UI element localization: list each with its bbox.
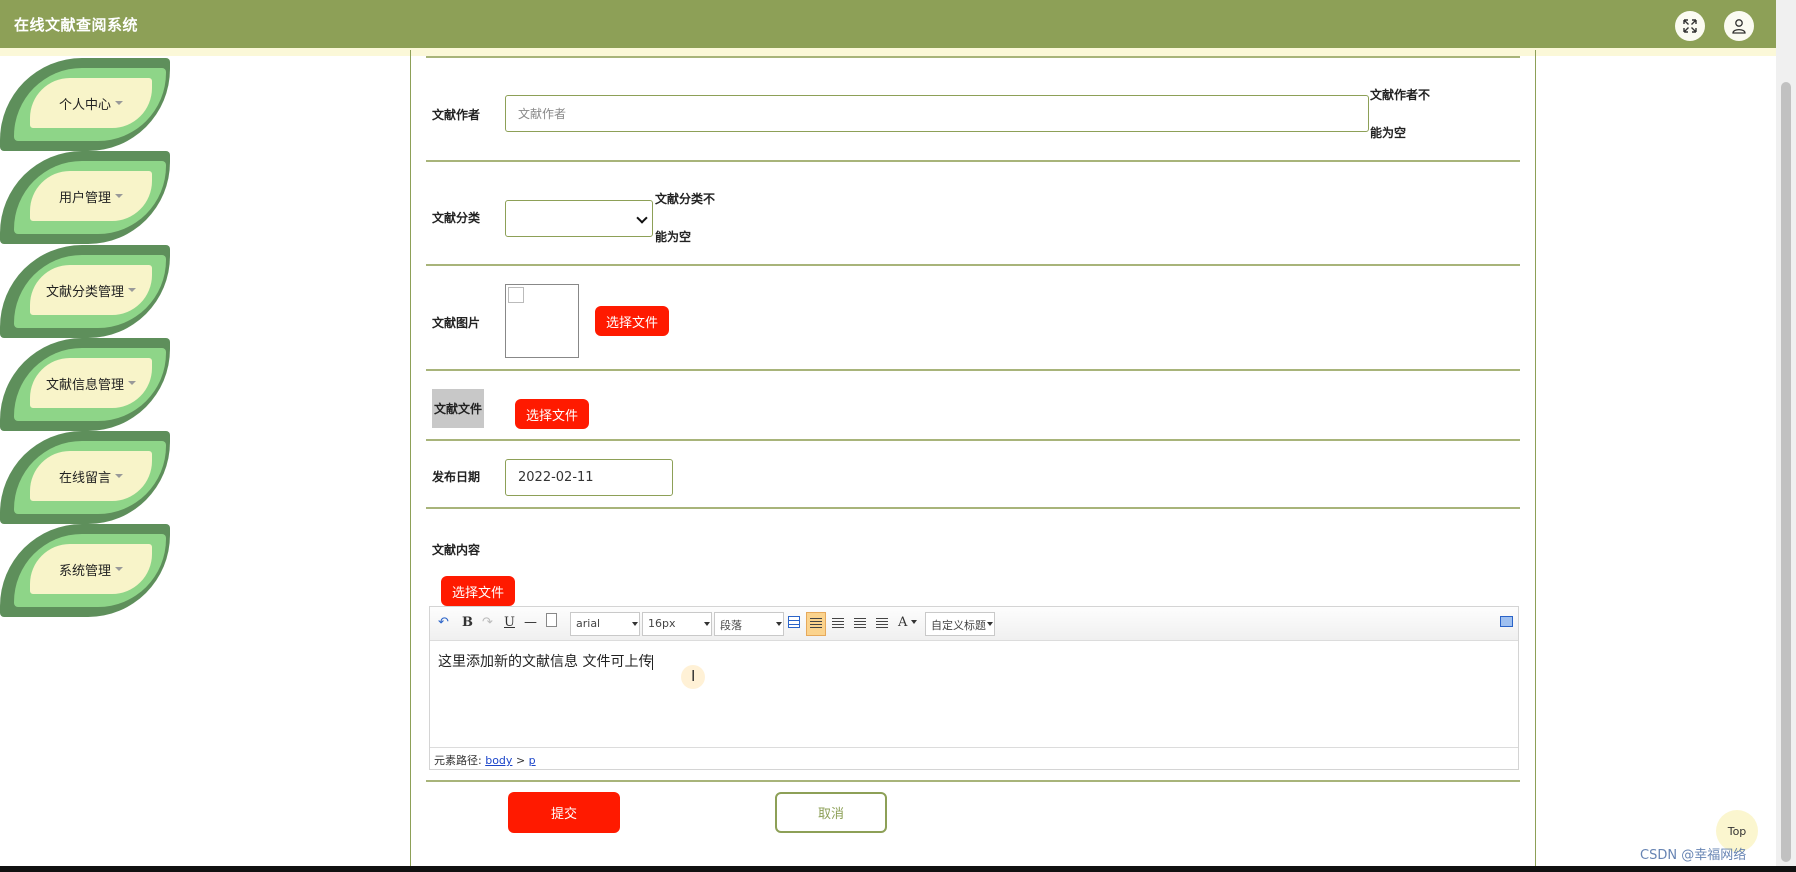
author-label: 文献作者 xyxy=(432,108,481,122)
submit-button[interactable]: 提交 xyxy=(508,792,620,833)
dropdown-arrow-icon xyxy=(632,622,638,626)
path-body-link[interactable]: body xyxy=(485,754,512,767)
underline-icon[interactable]: U xyxy=(504,615,515,630)
editor-content[interactable]: 这里添加新的文献信息 文件可上传 xyxy=(438,651,654,671)
text-cursor xyxy=(652,654,654,670)
align-justify-icon[interactable] xyxy=(876,618,888,629)
custom-heading-select[interactable]: 自定义标题 xyxy=(925,612,995,636)
content-choose-file-button[interactable]: 选择文件 xyxy=(441,576,515,606)
undo-icon[interactable]: ↶ xyxy=(438,615,449,630)
element-path-label: 元素路径: xyxy=(434,754,482,767)
sidebar-item-label: 用户管理 xyxy=(58,190,111,206)
publish-date-input[interactable] xyxy=(505,459,673,496)
publish-date-label: 发布日期 xyxy=(432,470,481,484)
sidebar-item-document-management[interactable]: 文献信息管理 xyxy=(0,338,170,431)
sidebar-item-category-management[interactable]: 文献分类管理 xyxy=(0,245,170,338)
bold-icon[interactable]: B xyxy=(462,615,473,630)
broken-image-icon xyxy=(508,287,524,303)
scrollbar-thumb[interactable] xyxy=(1781,82,1791,862)
caret-down-icon xyxy=(128,288,136,292)
image-preview xyxy=(505,284,579,358)
image-label: 文献图片 xyxy=(432,316,481,330)
author-error-line1: 文献作者不 xyxy=(1370,88,1431,102)
form-panel: 文献作者 文献作者不 能为空 文献分类 文献分类不 能为空 文献图片 选择文件 … xyxy=(410,50,1536,872)
rich-text-editor: ↶ B ↷ U — arial 16px 段落 A 自定义标题 这里添加新的文献… xyxy=(429,606,1519,770)
image-choose-file-button[interactable]: 选择文件 xyxy=(595,306,669,336)
path-separator: > xyxy=(515,754,526,767)
content-label: 文献内容 xyxy=(432,543,481,557)
redo-icon[interactable]: ↷ xyxy=(482,615,493,630)
category-error-line1: 文献分类不 xyxy=(655,192,716,206)
horizontal-rule-icon[interactable]: — xyxy=(524,615,537,630)
chevron-down-icon xyxy=(636,212,648,224)
cancel-button[interactable]: 取消 xyxy=(775,792,887,833)
sidebar-item-label: 文献信息管理 xyxy=(45,377,124,393)
row-editor-divider xyxy=(426,770,1520,782)
user-icon xyxy=(1732,19,1746,34)
sidebar-item-online-messages[interactable]: 在线留言 xyxy=(0,431,170,524)
row-file: 文献文件 选择文件 xyxy=(426,371,1520,441)
file-choose-file-button[interactable]: 选择文件 xyxy=(515,399,589,429)
editor-body-text: 这里添加新的文献信息 文件可上传 xyxy=(438,654,653,670)
fullscreen-button[interactable] xyxy=(1675,11,1705,41)
row-publish-date: 发布日期 xyxy=(426,441,1520,509)
user-profile-button[interactable] xyxy=(1724,11,1754,41)
row-top-divider xyxy=(426,50,1520,58)
page-scrollbar[interactable] xyxy=(1776,0,1796,872)
font-size-select[interactable]: 16px xyxy=(642,612,712,636)
caret-down-icon xyxy=(115,194,123,198)
dropdown-arrow-icon xyxy=(776,622,782,626)
category-label: 文献分类 xyxy=(432,211,481,225)
text-cursor-icon: I xyxy=(691,667,696,685)
app-window: 在线文献查阅系统 个人中心 用户管理 文献分类管理 文献信息管理 在线留言 系统… xyxy=(0,0,1796,872)
author-error-line2: 能为空 xyxy=(1370,126,1407,140)
category-select[interactable] xyxy=(505,200,653,237)
expand-icon xyxy=(1683,19,1697,33)
row-category: 文献分类 文献分类不 能为空 xyxy=(426,162,1520,266)
sidebar-item-system-management[interactable]: 系统管理 xyxy=(0,524,170,617)
watermark: CSDN @幸福网络 xyxy=(1640,848,1747,863)
align-center-icon[interactable] xyxy=(854,618,866,629)
path-p-link[interactable]: p xyxy=(529,754,536,767)
row-image: 文献图片 选择文件 xyxy=(426,266,1520,371)
app-title: 在线文献查阅系统 xyxy=(14,15,139,34)
caret-down-icon xyxy=(128,381,136,385)
category-error-line2: 能为空 xyxy=(655,230,692,244)
paragraph-select[interactable]: 段落 xyxy=(714,612,784,636)
sidebar-item-label: 系统管理 xyxy=(58,563,111,579)
fullscreen-editor-icon[interactable] xyxy=(1500,616,1513,627)
row-author: 文献作者 文献作者不 能为空 xyxy=(426,58,1520,162)
sidebar-item-label: 在线留言 xyxy=(58,470,111,486)
caret-down-icon xyxy=(115,474,123,478)
caret-down-icon xyxy=(115,567,123,571)
sidebar-item-label: 文献分类管理 xyxy=(45,284,124,300)
paste-icon[interactable] xyxy=(546,613,557,627)
dropdown-arrow-icon xyxy=(704,622,710,626)
editor-statusbar: 元素路径: body > p xyxy=(430,747,1518,769)
sidebar-item-label: 个人中心 xyxy=(58,97,111,113)
align-left-icon xyxy=(810,618,822,629)
taskbar-edge xyxy=(0,866,1796,872)
align-right-icon[interactable] xyxy=(832,618,844,629)
font-family-select[interactable]: arial xyxy=(570,612,640,636)
dropdown-arrow-icon xyxy=(987,622,993,626)
sidebar-item-user-management[interactable]: 用户管理 xyxy=(0,151,170,244)
caret-down-icon xyxy=(911,620,917,624)
file-label: 文献文件 xyxy=(432,389,485,428)
editor-toolbar: ↶ B ↷ U — arial 16px 段落 A 自定义标题 xyxy=(430,607,1518,641)
table-icon[interactable] xyxy=(788,616,800,628)
caret-down-icon xyxy=(115,101,123,105)
author-input[interactable] xyxy=(505,95,1369,132)
sidebar-item-personal-center[interactable]: 个人中心 xyxy=(0,58,170,151)
font-color-icon[interactable]: A xyxy=(898,615,907,630)
top-header: 在线文献查阅系统 xyxy=(0,0,1776,48)
